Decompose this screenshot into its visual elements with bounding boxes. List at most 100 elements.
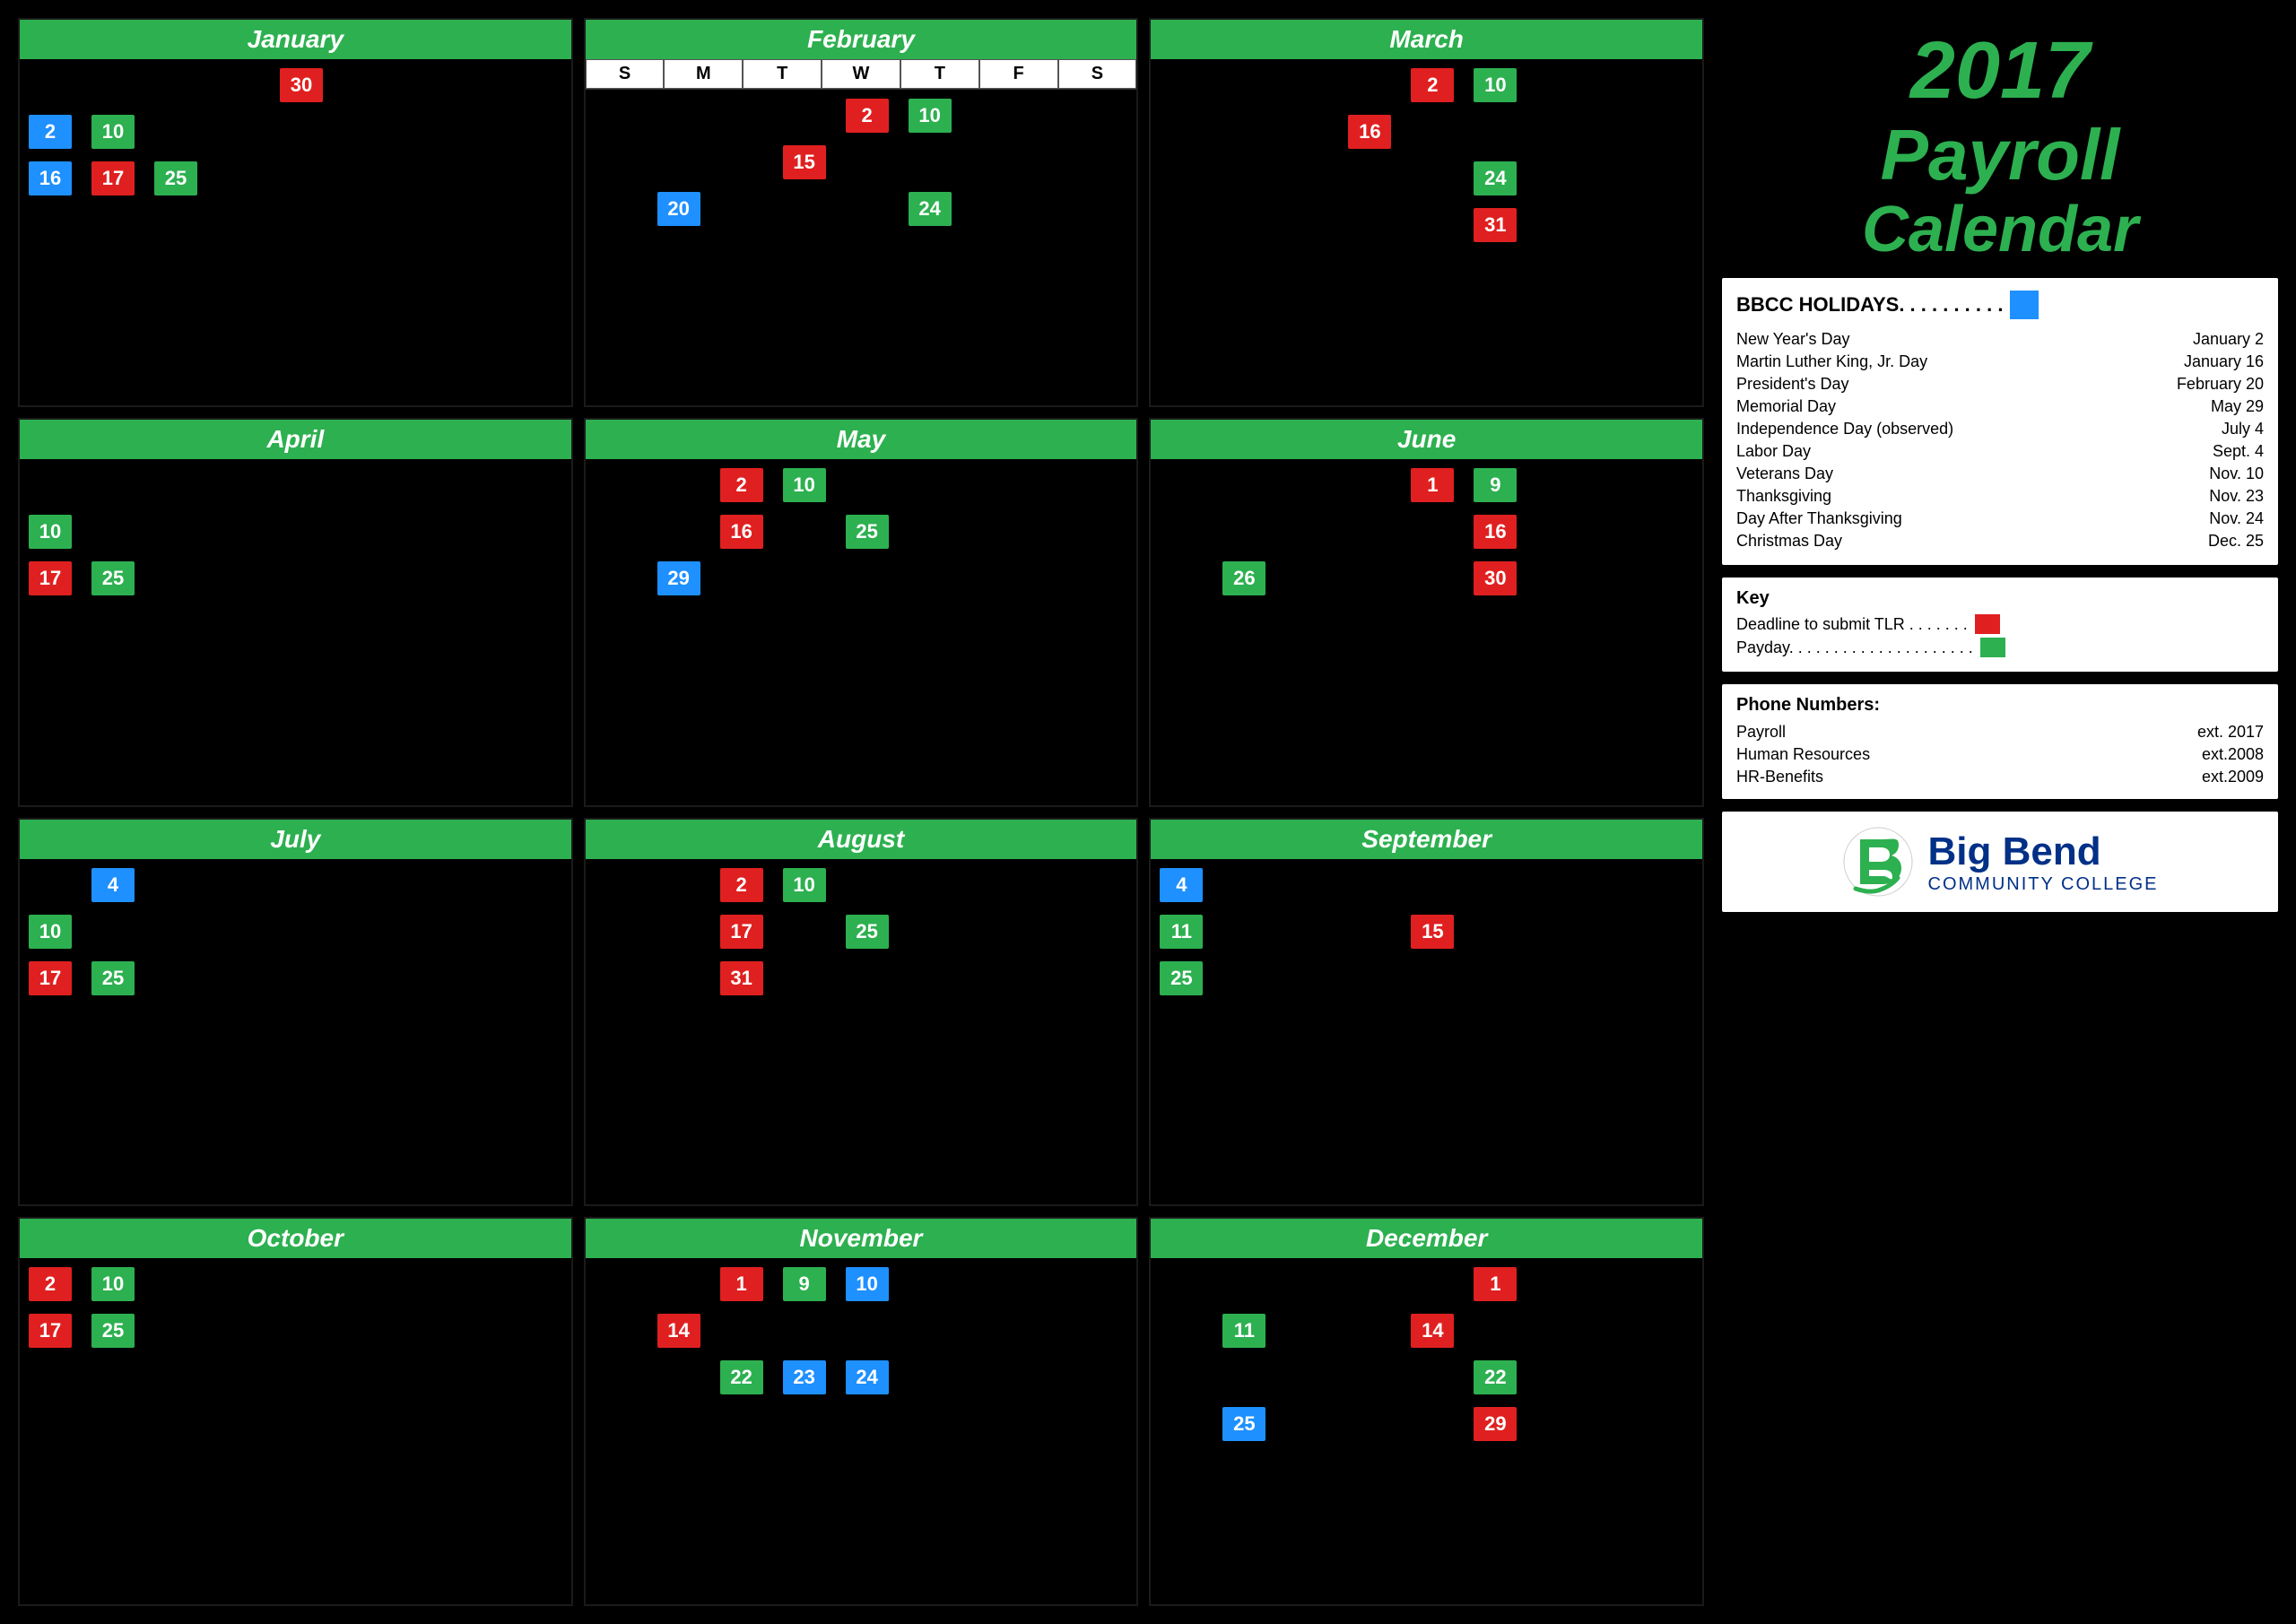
badge-february-10: 10	[909, 99, 952, 133]
dow-S: S	[586, 59, 665, 89]
phone-label: Payroll	[1736, 723, 1786, 742]
month-header-february: February	[586, 20, 1137, 59]
badge-january-30: 30	[280, 68, 323, 102]
phone-value: ext.2009	[2202, 768, 2264, 786]
payroll-title: Payroll	[1722, 116, 2278, 195]
days-area-november: 191014222324	[586, 1258, 1137, 1604]
days-area-october: 2101725	[20, 1258, 571, 1604]
phone-box: Phone Numbers: Payrollext. 2017Human Res…	[1722, 684, 2278, 799]
badge-august-2: 2	[720, 868, 763, 902]
calendar-title: Calendar	[1722, 195, 2278, 265]
holiday-name: Independence Day (observed)	[1736, 420, 1953, 439]
phone-label: Human Resources	[1736, 745, 1870, 764]
badge-november-23: 23	[783, 1360, 826, 1394]
red-square-icon	[1975, 614, 2000, 634]
badge-april-17: 17	[29, 561, 72, 595]
month-header-april: April	[20, 420, 571, 459]
days-area-december: 11114222529	[1151, 1258, 1702, 1604]
holiday-row: New Year's DayJanuary 2	[1736, 328, 2264, 351]
holiday-name: President's Day	[1736, 375, 1849, 394]
badge-december-11: 11	[1222, 1314, 1265, 1348]
holiday-row: Martin Luther King, Jr. Day January 16	[1736, 351, 2264, 373]
badge-december-22: 22	[1474, 1360, 1517, 1394]
days-area-june: 19162630	[1151, 459, 1702, 805]
badge-june-9: 9	[1474, 468, 1517, 502]
badge-september-4: 4	[1160, 868, 1203, 902]
badge-june-26: 26	[1222, 561, 1265, 595]
badge-june-1: 1	[1411, 468, 1454, 502]
deadline-row: Deadline to submit TLR . . . . . . .	[1736, 614, 2264, 634]
holiday-date: January 16	[2184, 352, 2264, 371]
days-area-april: 10 17 25	[20, 459, 571, 805]
dow-F: F	[979, 59, 1058, 89]
month-header-december: December	[1151, 1219, 1702, 1258]
blue-square-icon	[2010, 291, 2039, 319]
month-april: April 10 17 25	[18, 418, 573, 807]
badge-january-25: 25	[154, 161, 197, 195]
holiday-name: Thanksgiving	[1736, 487, 1831, 506]
month-february: FebruarySMTWTFS210152024	[584, 18, 1139, 407]
badge-november-9: 9	[783, 1267, 826, 1301]
month-may: May210162529	[584, 418, 1139, 807]
badge-march-10: 10	[1474, 68, 1517, 102]
holiday-row: Labor DaySept. 4	[1736, 440, 2264, 463]
logo-bigbend: Big Bend	[1928, 829, 2159, 874]
holiday-name: New Year's Day	[1736, 330, 1850, 349]
holiday-row: President's DayFebruary 20	[1736, 373, 2264, 395]
days-area-july: 4101725	[20, 859, 571, 1205]
month-header-june: June	[1151, 420, 1702, 459]
logo-community: COMMUNITY COLLEGE	[1928, 874, 2159, 895]
badge-may-16: 16	[720, 515, 763, 549]
holidays-header: BBCC HOLIDAYS. . . . . . . . . .	[1736, 291, 2264, 319]
phone-value: ext. 2017	[2197, 723, 2264, 742]
phone-row: HR-Benefitsext.2009	[1736, 766, 2264, 788]
holiday-row: ThanksgivingNov. 23	[1736, 485, 2264, 508]
days-area-february: 210152024	[586, 90, 1137, 405]
month-header-october: October	[20, 1219, 571, 1258]
dow-T: T	[900, 59, 979, 89]
badge-february-20: 20	[657, 192, 700, 226]
phone-row: Human Resourcesext.2008	[1736, 743, 2264, 766]
month-header-march: March	[1151, 20, 1702, 59]
dow-M: M	[664, 59, 743, 89]
key-box: Key Deadline to submit TLR . . . . . . .…	[1722, 578, 2278, 672]
holiday-row: Day After Thanksgiving Nov. 24	[1736, 508, 2264, 530]
month-july: July4101725	[18, 818, 573, 1207]
badge-september-11: 11	[1160, 915, 1203, 949]
month-september: September4111525	[1149, 818, 1704, 1207]
holiday-date: May 29	[2211, 397, 2264, 416]
badge-august-31: 31	[720, 961, 763, 995]
badge-august-17: 17	[720, 915, 763, 949]
badge-april-10: 10	[29, 515, 72, 549]
badge-may-25: 25	[846, 515, 889, 549]
badge-december-29: 29	[1474, 1407, 1517, 1441]
logo-text: Big Bend COMMUNITY COLLEGE	[1928, 829, 2159, 895]
badge-october-10: 10	[91, 1267, 135, 1301]
badge-may-10: 10	[783, 468, 826, 502]
badge-march-24: 24	[1474, 161, 1517, 195]
holiday-name: Martin Luther King, Jr. Day	[1736, 352, 1927, 371]
badge-february-24: 24	[909, 192, 952, 226]
badge-january-17: 17	[91, 161, 135, 195]
badge-october-25: 25	[91, 1314, 135, 1348]
phone-title: Phone Numbers:	[1736, 695, 2264, 716]
month-january: January30210161725	[18, 18, 573, 407]
calendar-grid: January30210161725FebruarySMTWTFS2101520…	[18, 18, 1704, 1606]
holidays-box: BBCC HOLIDAYS. . . . . . . . . . New Yea…	[1722, 278, 2278, 565]
holiday-name: Veterans Day	[1736, 465, 1833, 483]
days-area-september: 4111525	[1151, 859, 1702, 1205]
holiday-date: Nov. 10	[2209, 465, 2264, 483]
holiday-row: Christmas DayDec. 25	[1736, 530, 2264, 552]
holiday-name: Day After Thanksgiving	[1736, 509, 1902, 528]
month-december: December11114222529	[1149, 1217, 1704, 1606]
month-header-january: January	[20, 20, 571, 59]
holiday-date: Nov. 24	[2209, 509, 2264, 528]
holiday-date: July 4	[2222, 420, 2264, 439]
badge-april-25: 25	[91, 561, 135, 595]
badge-june-16: 16	[1474, 515, 1517, 549]
month-header-september: September	[1151, 820, 1702, 859]
badge-january-16: 16	[29, 161, 72, 195]
holiday-row: Veterans Day Nov. 10	[1736, 463, 2264, 485]
badge-january-2: 2	[29, 115, 72, 149]
month-june: June19162630	[1149, 418, 1704, 807]
